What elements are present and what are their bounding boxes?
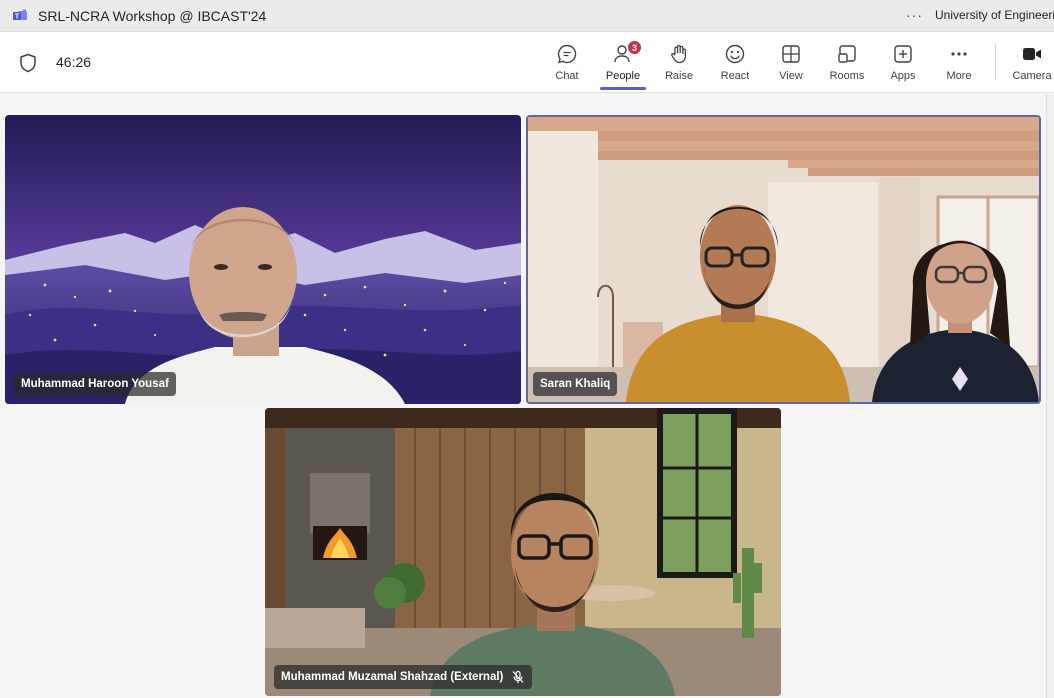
raise-hand-icon: [671, 44, 687, 64]
react-icon: [725, 44, 745, 64]
more-button[interactable]: More: [940, 32, 978, 93]
participant-name-tag: Muhammad Haroon Yousaf: [14, 372, 176, 396]
teams-icon: T: [13, 8, 27, 20]
video-tile-saran[interactable]: Saran Khaliq: [526, 115, 1041, 404]
people-label: People: [605, 70, 641, 82]
react-label: React: [720, 70, 750, 82]
chat-label: Chat: [555, 70, 579, 82]
video-tile-muzamal[interactable]: Muhammad Muzamal Shahzad (External): [265, 408, 781, 696]
people-count-badge: 3: [627, 40, 642, 55]
view-label: View: [779, 70, 803, 82]
rooms-label: Rooms: [829, 70, 865, 82]
participant-name: Muhammad Muzamal Shahzad (External): [281, 671, 504, 683]
svg-text:T: T: [15, 13, 20, 20]
video-feed-haroon: [5, 115, 521, 404]
chat-button[interactable]: Chat: [548, 32, 586, 93]
meeting-toolbar: 46:26 Chat 3 People Raise React View Roo…: [0, 32, 1054, 93]
rooms-icon: [838, 45, 856, 63]
mic-off-icon: [512, 670, 524, 683]
view-button[interactable]: View: [772, 32, 810, 93]
org-name[interactable]: University of Engineeri: [935, 8, 1054, 22]
view-icon: [782, 45, 800, 63]
chat-icon: [557, 44, 577, 64]
raise-hand-button[interactable]: Raise: [660, 32, 698, 93]
apps-button[interactable]: Apps: [884, 32, 922, 93]
raise-label: Raise: [664, 70, 694, 82]
video-tile-haroon[interactable]: Muhammad Haroon Yousaf: [5, 115, 521, 404]
video-feed-muzamal: [265, 408, 781, 696]
react-button[interactable]: React: [716, 32, 754, 93]
meeting-timer: 46:26: [56, 54, 92, 70]
people-button[interactable]: 3 People: [600, 32, 646, 93]
more-label: More: [946, 70, 972, 82]
window-title: SRL-NCRA Workshop @ IBCAST'24: [38, 7, 267, 24]
rooms-button[interactable]: Rooms: [826, 32, 868, 93]
apps-icon: [894, 45, 912, 63]
title-bar: T SRL-NCRA Workshop @ IBCAST'24 ··· Univ…: [0, 0, 1054, 32]
camera-label: Camera: [1012, 70, 1052, 82]
participant-name-tag: Muhammad Muzamal Shahzad (External): [274, 665, 533, 689]
window-more-icon[interactable]: ···: [906, 7, 923, 23]
toolbar-divider: [995, 44, 996, 80]
apps-label: Apps: [890, 70, 916, 82]
scrollbar[interactable]: [1046, 94, 1054, 698]
more-icon: [951, 52, 967, 56]
camera-icon: [1023, 48, 1041, 60]
shield-icon[interactable]: [19, 53, 37, 73]
active-tab-indicator: [600, 87, 646, 90]
participant-name-tag: Saran Khaliq: [533, 372, 618, 396]
camera-button[interactable]: Camera: [1010, 32, 1054, 93]
video-feed-saran: [528, 117, 1039, 402]
